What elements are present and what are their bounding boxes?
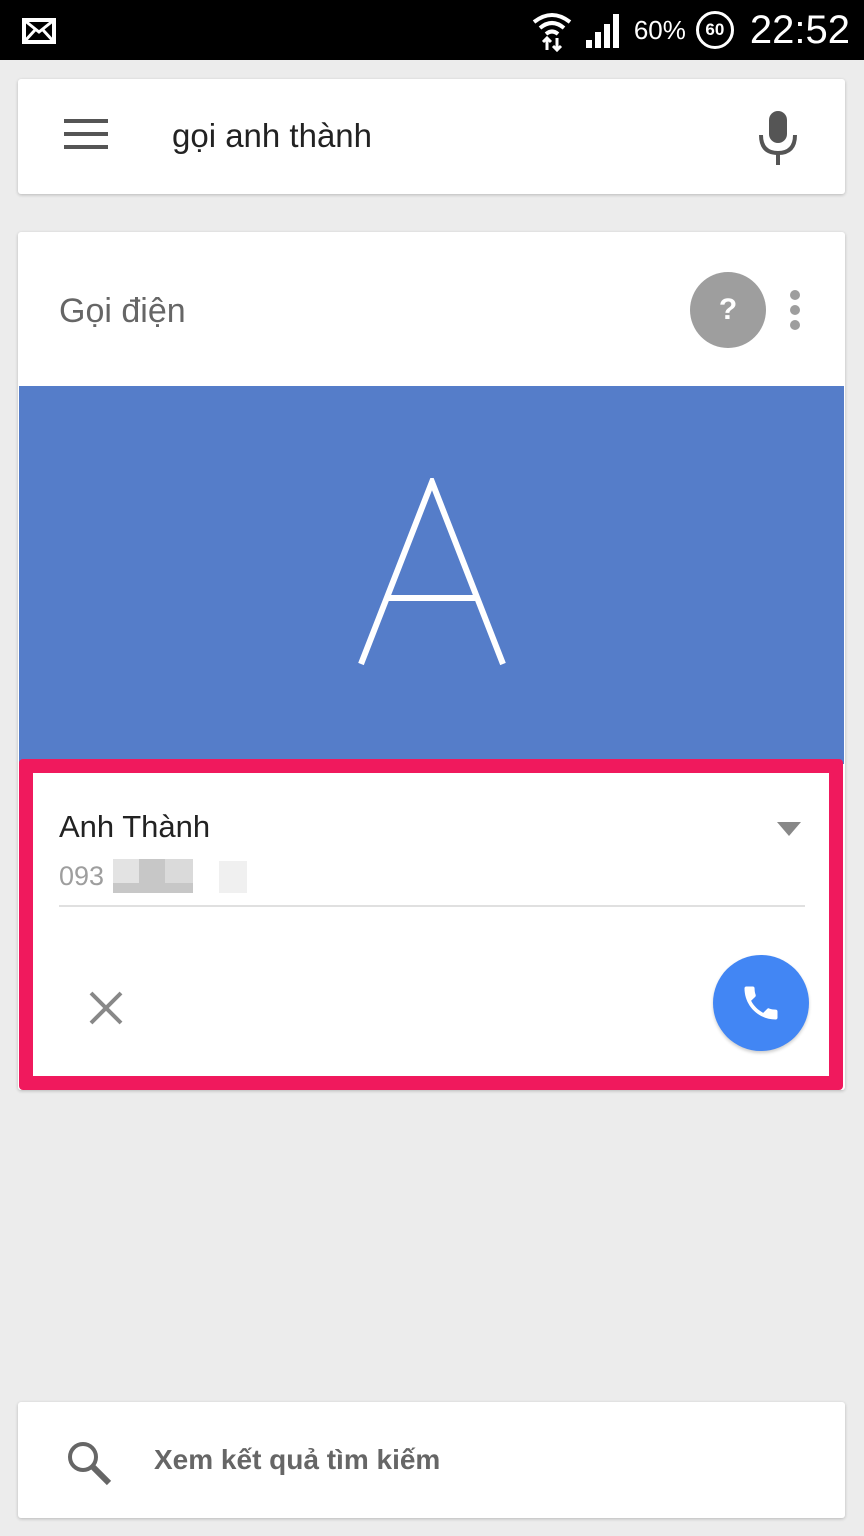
status-bar: 60% 60 22:52 [0,0,864,60]
contact-banner [19,386,844,764]
call-button[interactable] [713,955,809,1051]
view-search-results[interactable]: Xem kết quả tìm kiếm [18,1402,845,1518]
close-icon[interactable] [89,991,123,1025]
results-label: Xem kết quả tìm kiếm [154,1444,441,1475]
dropdown-arrow-icon[interactable] [777,822,801,836]
contact-panel: Anh Thành 093 [19,759,843,1090]
more-options-icon[interactable] [790,290,802,330]
battery-percent: 60% [633,14,686,45]
phone-redaction [113,859,193,893]
search-bar[interactable]: gọi anh thành [18,79,845,194]
data-usage-badge: 60 [695,11,734,49]
menu-icon[interactable] [64,119,108,151]
signal-icon [585,14,619,48]
avatar-initial [358,478,506,666]
contact-name: Anh Thành [59,809,211,844]
status-right: 60% 60 22:52 [530,0,850,60]
microphone-icon[interactable] [756,109,800,167]
wifi-icon [532,13,572,52]
divider [59,905,805,907]
search-icon [68,1442,112,1486]
phone-icon [744,986,778,1020]
clock: 22:52 [749,7,850,52]
help-icon[interactable]: ? [690,272,766,348]
phone-redaction [219,861,247,893]
search-query[interactable]: gọi anh thành [172,117,372,155]
mail-icon [22,18,56,44]
call-card: Gọi điện ? Anh Thành 093 [18,232,845,1090]
contact-phone: 093 [59,861,105,891]
card-title: Gọi điện [59,292,186,330]
